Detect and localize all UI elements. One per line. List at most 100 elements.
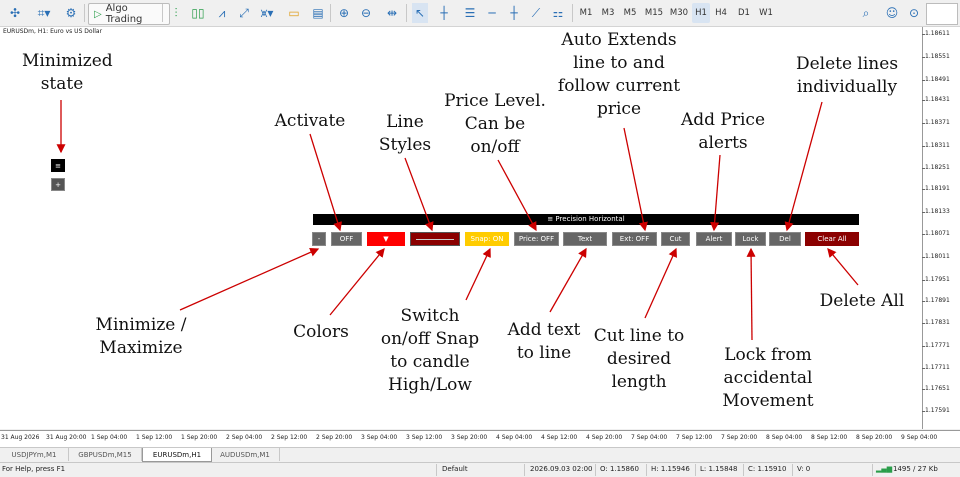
- time-tick: 3 Sep 04:00: [361, 434, 398, 441]
- line-style-preview: [416, 238, 454, 240]
- minimized-expand-button[interactable]: +: [51, 178, 65, 191]
- annotation-switch-snap: Switch on/off Snap to candle High/Low: [374, 305, 486, 397]
- cut-button[interactable]: Cut: [661, 232, 690, 246]
- delete-button[interactable]: Del: [769, 232, 801, 246]
- price-tick: 1.18133: [922, 208, 950, 215]
- search-icon[interactable]: ⌕: [858, 3, 874, 23]
- chart-title: EURUSDm, H1: Euro vs US Dollar: [3, 28, 103, 35]
- annotation-line: Switch: [400, 306, 460, 326]
- status-separator: [436, 464, 437, 476]
- algo-trading-label: Algo Trading: [105, 3, 143, 25]
- line-style-button[interactable]: [410, 232, 460, 246]
- timeframe-h4[interactable]: H4: [712, 3, 730, 23]
- price-tick: 1.18431: [922, 96, 950, 103]
- panel-title-bar[interactable]: ≡ Precision Horizontal: [313, 214, 859, 225]
- tab-audusdm-m1[interactable]: AUDUSDm,M1: [211, 448, 280, 461]
- annotation-line: individually: [796, 77, 898, 97]
- horizontal-lines-icon[interactable]: ☰: [462, 3, 478, 23]
- timeframe-w1[interactable]: W1: [757, 3, 775, 23]
- price-tick: 1.17831: [922, 319, 950, 326]
- time-tick: 31 Aug 2026: [1, 434, 40, 441]
- annotation-price-level: Price Level. Can be on/off: [440, 90, 550, 159]
- trendline-icon[interactable]: ⟋: [528, 3, 544, 23]
- annotation-line: line to and: [573, 53, 665, 73]
- status-separator: [646, 464, 647, 476]
- annotation-line: accidental: [723, 368, 813, 388]
- toolbar-separator: [162, 4, 163, 22]
- timeframe-m15[interactable]: M15: [642, 3, 666, 23]
- algo-trading-button[interactable]: ▷ Algo Trading: [88, 3, 170, 25]
- time-tick: 31 Aug 20:00: [46, 434, 87, 441]
- price-tick: 1.18011: [922, 253, 950, 260]
- lock-button[interactable]: Lock: [735, 232, 766, 246]
- zoom-out-icon[interactable]: ⊖: [358, 3, 374, 23]
- chart-shift-icon[interactable]: ⇹: [382, 3, 402, 23]
- time-tick: 8 Sep 04:00: [766, 434, 803, 441]
- text-button[interactable]: Text: [563, 232, 607, 246]
- annotation-line: Cut line to: [593, 326, 685, 346]
- annotation-line: length: [611, 372, 667, 392]
- price-tick: 1.18491: [922, 76, 950, 83]
- timeframe-h1[interactable]: H1: [692, 3, 710, 23]
- price-tick: 1.18311: [922, 142, 950, 149]
- toolbar-separator: [84, 4, 85, 22]
- annotation-line: Colors: [293, 322, 349, 342]
- new-order-icon[interactable]: ✣: [6, 3, 24, 23]
- horizontal-line-icon[interactable]: ─: [484, 3, 500, 23]
- timeframe-m3[interactable]: M3: [598, 3, 618, 23]
- timeframe-d1[interactable]: D1: [735, 3, 753, 23]
- status-low: L: 1.15848: [700, 465, 738, 473]
- price-tick: 1.18251: [922, 164, 950, 171]
- search-input[interactable]: [926, 3, 958, 25]
- annotation-line: Add Price: [680, 110, 766, 130]
- time-tick: 7 Sep 04:00: [631, 434, 668, 441]
- annotation-lock: Lock from accidental Movement: [712, 344, 824, 413]
- price-tick: 1.18071: [922, 230, 950, 237]
- status-high: H: 1.15946: [651, 465, 690, 473]
- signal-icon[interactable]: ⊙: [906, 3, 922, 23]
- zoom-in-icon[interactable]: ⊕: [336, 3, 352, 23]
- tab-eurusdm-h1[interactable]: EURUSDm,H1: [142, 448, 212, 462]
- annotation-cut-line: Cut line to desired length: [588, 325, 690, 394]
- clear-all-button[interactable]: Clear All: [805, 232, 859, 246]
- vertical-line-icon[interactable]: ┼: [506, 3, 522, 23]
- timeframe-m30[interactable]: M30: [667, 3, 691, 23]
- time-tick: 2 Sep 04:00: [226, 434, 263, 441]
- price-tick: 1.17651: [922, 385, 950, 392]
- chart-type-icon[interactable]: ⌗▾: [32, 3, 56, 23]
- timeframe-m1[interactable]: M1: [576, 3, 596, 23]
- activate-button[interactable]: OFF: [331, 232, 362, 246]
- zoom-arrows-icon[interactable]: ⤢: [236, 3, 252, 23]
- crosshair-icon[interactable]: ┼: [436, 3, 452, 23]
- time-tick: 1 Sep 04:00: [91, 434, 128, 441]
- settings-icon[interactable]: ⚙: [62, 3, 80, 23]
- folder-icon[interactable]: ▭: [286, 3, 302, 23]
- extend-button[interactable]: Ext: OFF: [612, 232, 657, 246]
- template-icon[interactable]: ▤: [310, 3, 326, 23]
- snap-button[interactable]: Snap: ON: [465, 232, 509, 246]
- status-close: C: 1.15910: [748, 465, 787, 473]
- cursor-icon[interactable]: ↖: [412, 3, 428, 23]
- color-button[interactable]: ▼: [367, 232, 405, 246]
- minimized-menu-button[interactable]: ≡: [51, 159, 65, 172]
- status-profile[interactable]: Default: [442, 465, 468, 473]
- annotation-line: to candle: [390, 352, 470, 372]
- account-icon[interactable]: ☺: [884, 3, 900, 23]
- alert-button[interactable]: Alert: [696, 232, 732, 246]
- annotation-line: Styles: [378, 135, 432, 155]
- shapes-icon[interactable]: ⚏: [550, 3, 566, 23]
- bar-chart-icon[interactable]: ⫶: [168, 3, 184, 23]
- indicators-icon[interactable]: ⩙▾: [256, 3, 278, 23]
- candlestick-icon[interactable]: ▯▯: [190, 3, 206, 23]
- tab-gbpusdm-m15[interactable]: GBPUSDm,M15: [69, 448, 142, 461]
- minimize-button[interactable]: -: [312, 232, 326, 246]
- connection-icon: ▂▄▆: [876, 465, 893, 473]
- time-tick: 2 Sep 12:00: [271, 434, 308, 441]
- time-tick: 2 Sep 20:00: [316, 434, 353, 441]
- status-separator: [524, 464, 525, 476]
- price-level-button[interactable]: Price: OFF: [514, 232, 559, 246]
- annotation-line: Minimized: [22, 51, 113, 71]
- timeframe-m5[interactable]: M5: [620, 3, 640, 23]
- line-chart-icon[interactable]: ⩘: [214, 3, 230, 23]
- tab-usdjpym-m1[interactable]: USDJPYm,M1: [0, 448, 69, 461]
